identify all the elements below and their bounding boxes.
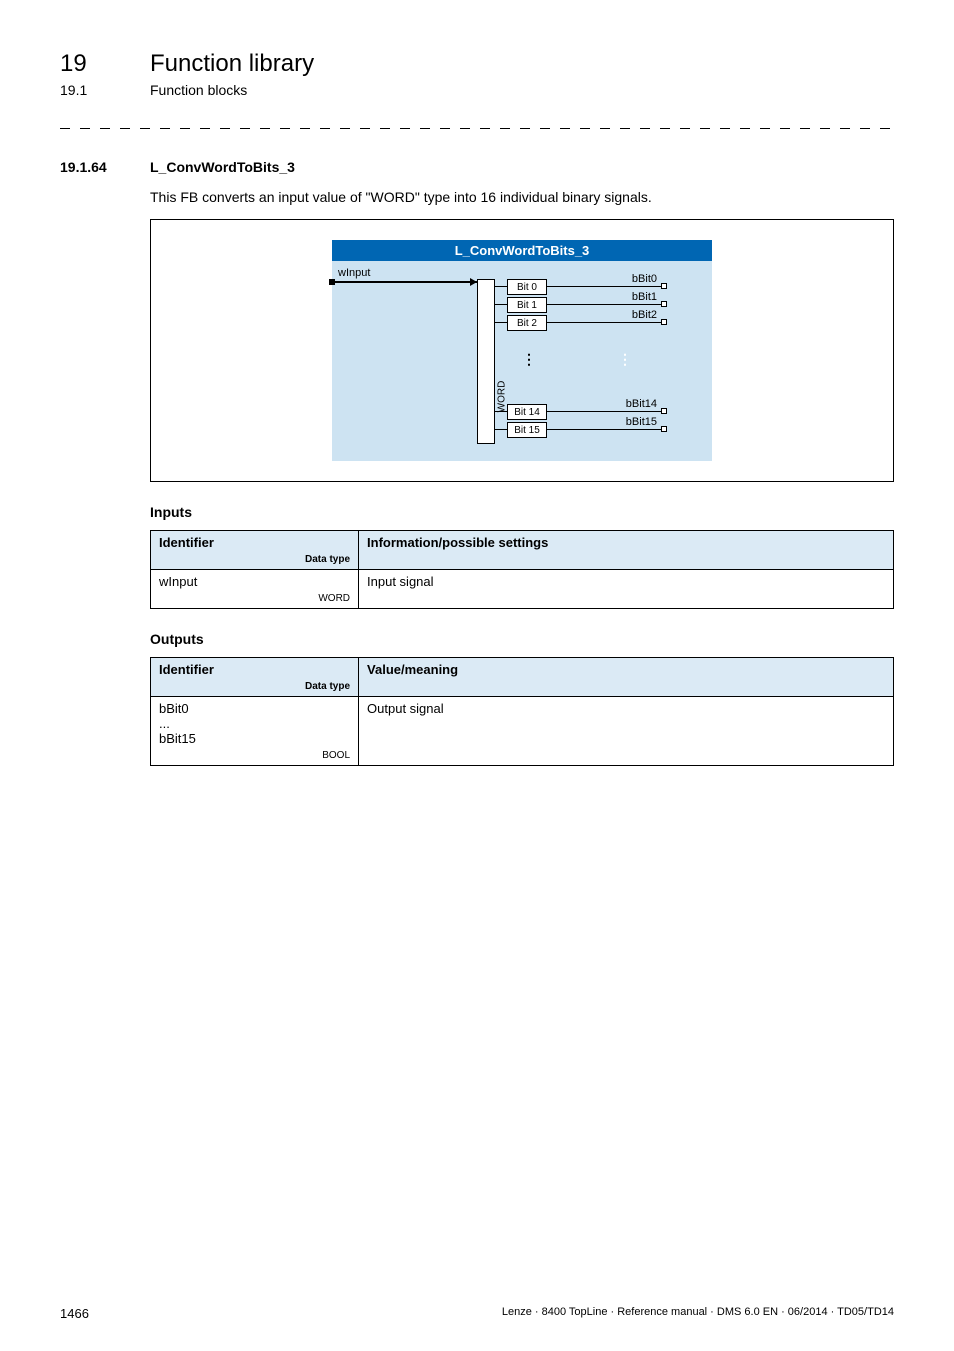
input-arrow	[470, 278, 477, 286]
figure-frame: L_ConvWordToBits_3 wInput WORD Bit 0	[150, 219, 894, 482]
bit-wire	[495, 304, 507, 305]
word-box	[477, 279, 495, 444]
identifier-name: bBit15	[159, 731, 350, 746]
subsection-header: 19.1 Function blocks	[60, 82, 894, 98]
word-label: WORD	[496, 381, 507, 413]
bit-box: Bit 2	[507, 315, 547, 331]
identifier-name: wInput	[159, 574, 350, 589]
output-label: bBit1	[632, 291, 657, 303]
subsection-number: 19.1	[60, 82, 120, 98]
input-label: wInput	[338, 267, 370, 279]
identifier-datatype: WORD	[159, 593, 350, 604]
section-heading-row: 19.1.64 L_ConvWordToBits_3	[60, 159, 894, 175]
cell-info: Input signal	[359, 570, 894, 609]
output-wire	[547, 429, 662, 430]
identifier-ellipsis: ...	[159, 716, 350, 731]
bit-box: Bit 1	[507, 297, 547, 313]
cell-identifier: bBit0 ... bBit15 BOOL	[151, 697, 359, 766]
col-identifier: Identifier Data type	[151, 531, 359, 570]
section-description: This FB converts an input value of "WORD…	[150, 189, 894, 205]
outputs-heading: Outputs	[150, 631, 894, 647]
table-row: wInput WORD Input signal	[151, 570, 894, 609]
bit-wire	[495, 322, 507, 323]
output-label: bBit0	[632, 273, 657, 285]
subsection-title: Function blocks	[150, 82, 247, 98]
bit-wire	[495, 411, 507, 412]
output-wire	[547, 411, 662, 412]
table-header-row: Identifier Data type Value/meaning	[151, 658, 894, 697]
bit-wire	[495, 429, 507, 430]
bit-box: Bit 14	[507, 404, 547, 420]
footer-text: Lenze · 8400 TopLine · Reference manual …	[502, 1306, 894, 1321]
function-block: L_ConvWordToBits_3 wInput WORD Bit 0	[332, 240, 712, 461]
input-wire	[332, 281, 477, 283]
table-header-row: Identifier Data type Information/possibl…	[151, 531, 894, 570]
output-terminal	[661, 319, 667, 325]
output-terminal	[661, 283, 667, 289]
col-identifier-label: Identifier	[159, 662, 350, 677]
section-number: 19.1.64	[60, 159, 120, 175]
page-footer: 1466 Lenze · 8400 TopLine · Reference ma…	[60, 1306, 894, 1321]
section-title: L_ConvWordToBits_3	[150, 159, 295, 175]
col-datatype-label: Data type	[159, 681, 350, 692]
inputs-table: Identifier Data type Information/possibl…	[150, 530, 894, 609]
separator-line	[60, 128, 894, 129]
output-terminal	[661, 408, 667, 414]
chapter-title: Function library	[150, 50, 314, 78]
ellipsis-icon: ⋮	[522, 351, 536, 368]
inputs-heading: Inputs	[150, 504, 894, 520]
bit-box: Bit 15	[507, 422, 547, 438]
output-label: bBit2	[632, 309, 657, 321]
output-terminal	[661, 426, 667, 432]
chapter-header: 19 Function library	[60, 50, 894, 78]
table-row: bBit0 ... bBit15 BOOL Output signal	[151, 697, 894, 766]
output-terminal	[661, 301, 667, 307]
col-value: Value/meaning	[359, 658, 894, 697]
outputs-table: Identifier Data type Value/meaning bBit0…	[150, 657, 894, 766]
identifier-name: bBit0	[159, 701, 350, 716]
output-label: bBit14	[626, 398, 657, 410]
col-datatype-label: Data type	[159, 554, 350, 565]
cell-info: Output signal	[359, 697, 894, 766]
page-number: 1466	[60, 1306, 89, 1321]
col-info: Information/possible settings	[359, 531, 894, 570]
ellipsis-icon: ⋮	[618, 351, 632, 368]
output-wire	[547, 322, 662, 323]
col-identifier: Identifier Data type	[151, 658, 359, 697]
col-identifier-label: Identifier	[159, 535, 350, 550]
cell-identifier: wInput WORD	[151, 570, 359, 609]
identifier-datatype: BOOL	[159, 750, 350, 761]
input-start-dot	[329, 279, 335, 285]
bit-wire	[495, 286, 507, 287]
output-wire	[547, 304, 662, 305]
chapter-number: 19	[60, 50, 120, 78]
bit-box: Bit 0	[507, 279, 547, 295]
block-title-bar: L_ConvWordToBits_3	[332, 240, 712, 261]
output-label: bBit15	[626, 416, 657, 428]
block-body: wInput WORD Bit 0 Bit 1 Bit 2 ⋮ Bit 1	[332, 261, 712, 461]
output-wire	[547, 286, 662, 287]
